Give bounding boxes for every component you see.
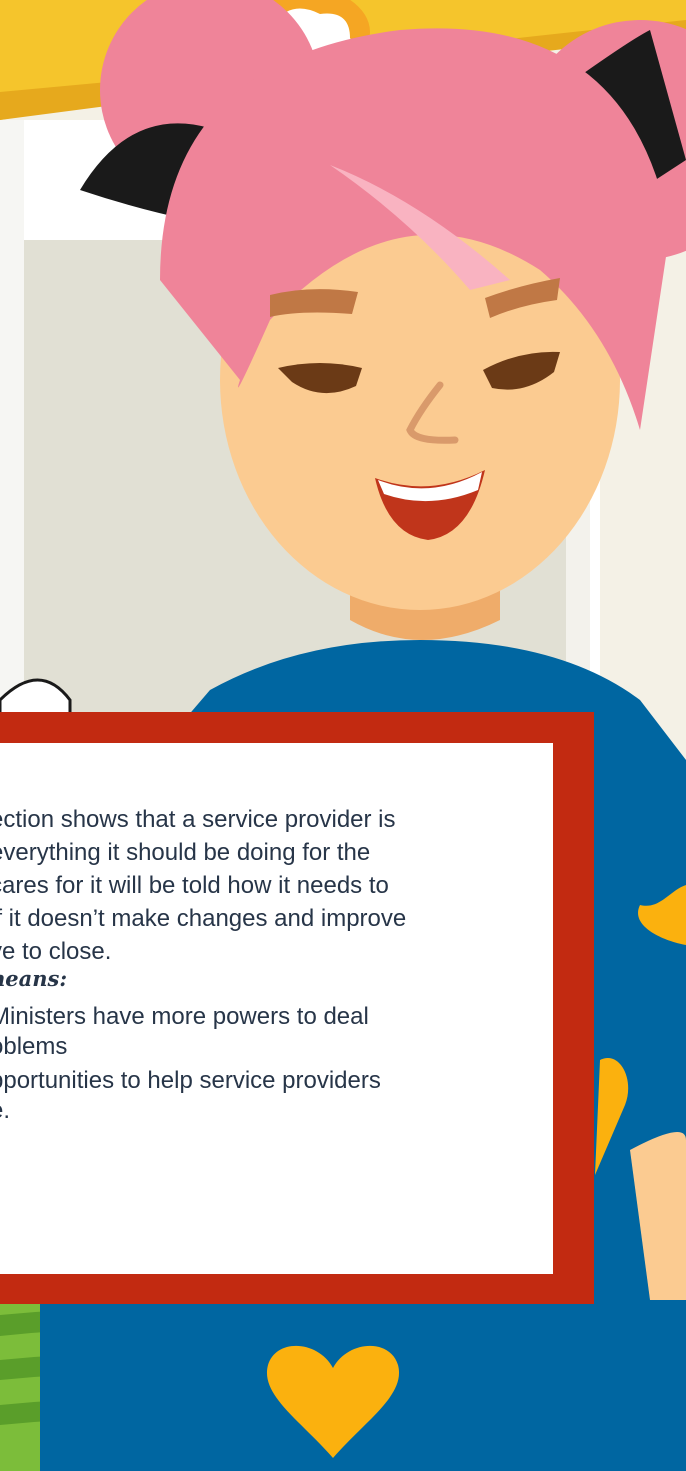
paragraph-line: ve to close. xyxy=(0,938,112,965)
list-item-line: e. xyxy=(0,1097,11,1124)
info-card: ection shows that a service provider is … xyxy=(0,743,553,1274)
paragraph-line: ection shows that a service provider is xyxy=(0,806,396,833)
info-paragraph: ection shows that a service provider is … xyxy=(0,803,550,968)
paragraph-line: lf it doesn’t make changes and improve xyxy=(0,905,407,932)
list-item-line: oblems xyxy=(0,1033,68,1060)
paragraph-line: cares for it will be told how it needs t… xyxy=(0,872,389,899)
list-item-line: pportunities to help service providers xyxy=(0,1067,381,1094)
info-card-frame: ection shows that a service provider is … xyxy=(0,712,594,1304)
list-item: Ministers have more powers to deal oblem… xyxy=(0,1002,550,1062)
list-item: pportunities to help service providers e… xyxy=(0,1066,550,1126)
paragraph-line: everything it should be doing for the xyxy=(0,839,371,866)
section-heading: neans: xyxy=(0,966,68,991)
list-item-line: Ministers have more powers to deal xyxy=(0,1003,369,1030)
window-sash xyxy=(0,120,24,740)
